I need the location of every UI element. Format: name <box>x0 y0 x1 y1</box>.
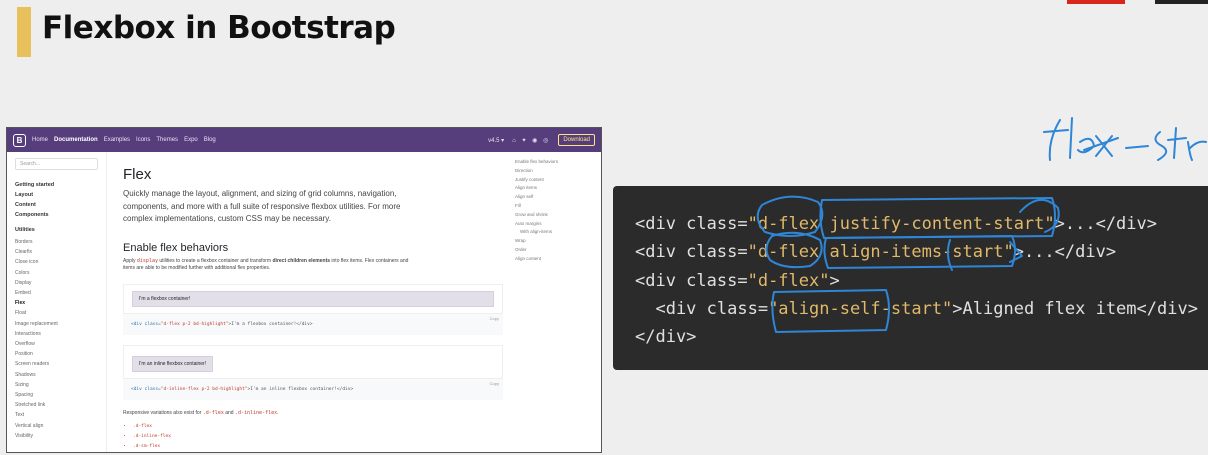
copy-button-1[interactable]: Copy <box>490 316 499 321</box>
toc-item[interactable]: With align-items <box>515 228 595 237</box>
nav-link-examples[interactable]: Examples <box>104 137 130 143</box>
sidebar-item-overflow[interactable]: Overflow <box>15 339 98 349</box>
docs-sidebar: Search... Getting started Layout Content… <box>7 152 107 452</box>
nav-link-icons[interactable]: Icons <box>136 137 150 143</box>
docs-main-content: Flex Quickly manage the layout, alignmen… <box>123 152 503 452</box>
sidebar-item-screen-readers[interactable]: Screen readers <box>15 359 98 369</box>
toc-item[interactable]: Align content <box>515 255 595 264</box>
nav-link-blog[interactable]: Blog <box>204 137 216 143</box>
toc-item[interactable]: Auto margins <box>515 220 595 229</box>
toc-item[interactable]: Fill <box>515 202 595 211</box>
sidebar-item-image-replacement[interactable]: Image replacement <box>15 319 98 329</box>
docs-search-input[interactable]: Search... <box>15 158 98 170</box>
bootstrap-logo[interactable]: B <box>13 133 26 147</box>
flex-example-box: I'm a flexbox container! <box>123 283 503 314</box>
nav-link-expo[interactable]: Expo <box>184 137 198 143</box>
code-snippet-1: Copy <div class="d-flex p-2 bd-highlight… <box>123 313 503 335</box>
toc-item[interactable]: Order <box>515 246 595 255</box>
code-line-1: <div class="d-flex justify-content-start… <box>635 214 1157 234</box>
code-line-2: <div class="d-flex align-items-start">..… <box>635 242 1117 263</box>
download-button[interactable]: Download <box>558 134 595 146</box>
sidebar-item-close-icon[interactable]: Close icon <box>15 257 98 267</box>
docs-lead-text: Quickly manage the layout, alignment, an… <box>123 189 401 223</box>
bootstrap-docs-screenshot: B Home Documentation Examples Icons Them… <box>6 127 602 453</box>
toc-item[interactable]: Align self <box>515 193 595 202</box>
toc-item[interactable]: Wrap <box>515 237 595 246</box>
sidebar-item-flex[interactable]: Flex <box>15 298 98 308</box>
docs-section-text: Apply display utilities to create a flex… <box>123 257 409 271</box>
inline-flexbox-demo: I'm an inline flexbox container! <box>132 355 214 372</box>
annotation-text-flex-start <box>1043 117 1207 161</box>
code-snippet-2: Copy <div class="d-inline-flex p-2 bd-hi… <box>123 378 503 400</box>
toc-item[interactable]: Align items <box>515 184 595 193</box>
nav-link-home[interactable]: Home <box>32 137 48 143</box>
code-example-panel: <div class="d-flex justify-content-start… <box>613 186 1208 370</box>
sidebar-group-content[interactable]: Content <box>15 202 98 208</box>
docs-section-title: Enable flex behaviors <box>123 241 229 254</box>
corner-dark-strip <box>1155 0 1208 4</box>
version-dropdown[interactable]: v4.5 ▾ <box>488 137 504 144</box>
sidebar-item-colors[interactable]: Colors <box>15 268 98 278</box>
bootstrap-navbar: B Home Documentation Examples Icons Them… <box>7 128 601 152</box>
sidebar-item-interactions[interactable]: Interactions <box>15 329 98 339</box>
responsive-note: Responsive variations also exist for .d-… <box>123 409 279 416</box>
nav-link-documentation[interactable]: Documentation <box>54 137 98 143</box>
list-item: .d-sm-flex <box>133 442 503 452</box>
sidebar-item-position[interactable]: Position <box>15 349 98 359</box>
code-line-4: <div class="align-self-start">Aligned fl… <box>635 298 1198 319</box>
docs-page-title: Flex <box>123 166 152 183</box>
list-item: .d-inline-flex <box>133 432 503 442</box>
title-accent-bar <box>17 7 31 57</box>
responsive-class-list: .d-flex .d-inline-flex .d-sm-flex <box>123 422 503 452</box>
list-item: .d-flex <box>133 422 503 432</box>
sidebar-item-float[interactable]: Float <box>15 308 98 318</box>
nav-link-themes[interactable]: Themes <box>156 137 178 143</box>
copy-button-2[interactable]: Copy <box>490 381 499 386</box>
sidebar-group-layout[interactable]: Layout <box>15 192 98 198</box>
corner-red-strip <box>1067 0 1125 4</box>
sidebar-item-borders[interactable]: Borders <box>15 237 98 247</box>
toc-item[interactable]: Direction <box>515 167 595 176</box>
sidebar-group-utilities[interactable]: Utilities <box>15 227 98 233</box>
sidebar-item-clearfix[interactable]: Clearfix <box>15 247 98 257</box>
toc-item[interactable]: Enable flex behaviors <box>515 158 595 167</box>
flexbox-container-demo: I'm a flexbox container! <box>132 290 494 307</box>
slide-title: Flexbox in Bootstrap <box>42 10 396 46</box>
code-line-5: </div> <box>635 327 697 348</box>
sidebar-item-display[interactable]: Display <box>15 278 98 288</box>
sidebar-group-components[interactable]: Components <box>15 212 98 218</box>
social-icons[interactable]: ⌂ ✦ ◉ ◎ <box>512 137 550 144</box>
sidebar-item-spacing[interactable]: Spacing <box>15 390 98 400</box>
docs-table-of-contents: Enable flex behaviors Direction Justify … <box>515 158 595 264</box>
sidebar-group-getting-started[interactable]: Getting started <box>15 182 98 188</box>
sidebar-item-vertical-align[interactable]: Vertical align <box>15 421 98 431</box>
code-line-3: <div class="d-flex"> <box>635 270 840 291</box>
sidebar-item-sizing[interactable]: Sizing <box>15 380 98 390</box>
sidebar-item-embed[interactable]: Embed <box>15 288 98 298</box>
sidebar-item-visibility[interactable]: Visibility <box>15 431 98 441</box>
inline-flex-example-box: I'm an inline flexbox container! <box>123 344 503 379</box>
toc-item[interactable]: Grow and shrink <box>515 211 595 220</box>
sidebar-item-stretched-link[interactable]: Stretched link <box>15 400 98 410</box>
sidebar-item-shadows[interactable]: Shadows <box>15 370 98 380</box>
toc-item[interactable]: Justify content <box>515 176 595 185</box>
sidebar-item-text[interactable]: Text <box>15 410 98 420</box>
